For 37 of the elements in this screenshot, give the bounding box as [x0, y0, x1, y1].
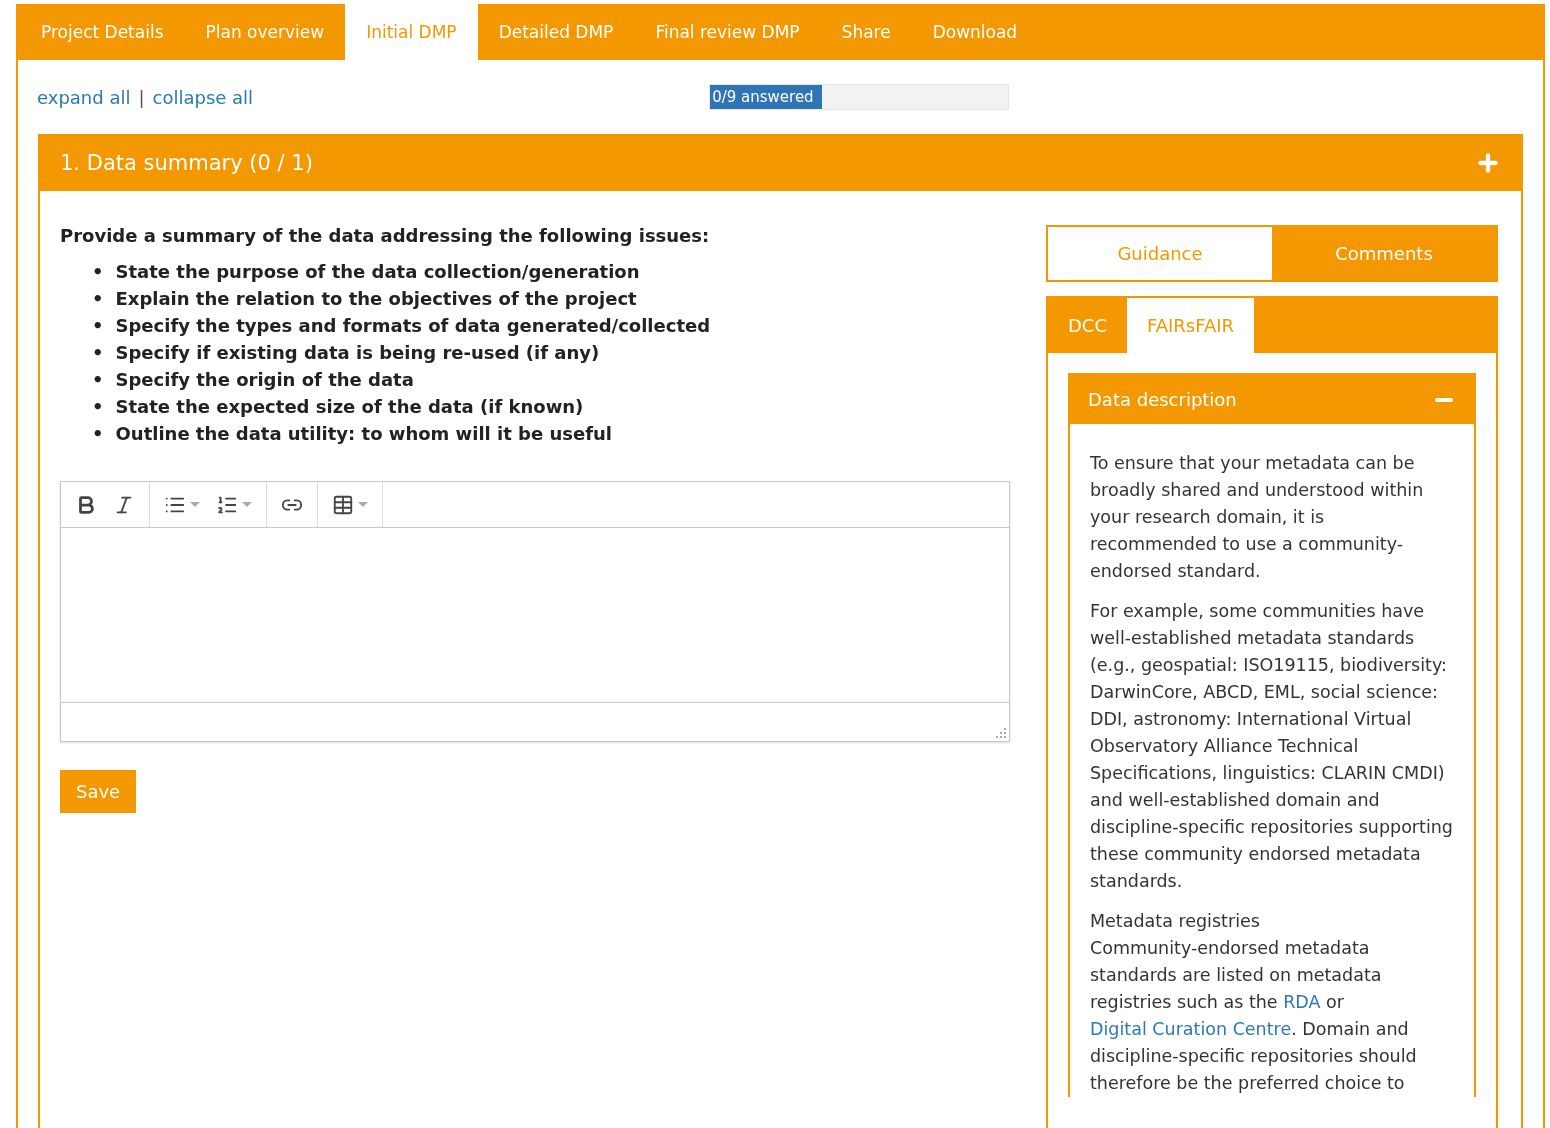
- bullet-mark: •: [92, 368, 104, 392]
- nav-tab[interactable]: Initial DMP: [345, 4, 478, 60]
- expand-all-link[interactable]: expand all: [37, 86, 131, 108]
- caret-icon: [358, 502, 368, 507]
- guidance-paragraph: For example, some communities have well-established metadata standards (e.g., geospatial: ISO19115, biodiversity: DarwinCore, ABCD, EML, social science: DDI, astronomy: International Virtual Observatory Alliance Technical Specifications, linguistics: CLARIN CMDI) and well-established domain and discipline-specific repositories supporting these community endorsed metadata standards.: [1090, 600, 1454, 893]
- bullet-mark: •: [92, 314, 104, 338]
- question-item: Outline the data utility: to whom will it be useful: [115, 422, 612, 446]
- bullet-mark: •: [92, 287, 104, 311]
- section-header[interactable]: 1. Data summary (0 / 1): [40, 134, 1521, 191]
- panel-tab[interactable]: Comments: [1272, 227, 1496, 280]
- save-button[interactable]: Save: [60, 770, 137, 813]
- section-title: 1. Data summary (0 / 1): [60, 150, 313, 175]
- accordion-header[interactable]: Data description: [1070, 375, 1474, 424]
- source-tab[interactable]: FAIRsFAIR: [1127, 298, 1255, 353]
- collapse-all-link[interactable]: collapse all: [152, 86, 254, 108]
- question-item: Explain the relation to the objectives of the project: [115, 287, 637, 311]
- question-item: Specify the types and formats of data generated/collected: [115, 314, 711, 338]
- question-intro: Provide a summary of the data addressing the following issues:: [60, 225, 711, 246]
- bullet-mark: •: [92, 422, 104, 446]
- bullet-mark: •: [92, 260, 104, 284]
- guidance-paragraph: Metadata registries Community-endorsed metadata standards are listed on metadata registries such as the RDA or Digital Curation Centre. Domain and discipline-specific repositories should therefore be the preferred choice to: [1090, 910, 1418, 1095]
- caret-icon: [190, 502, 200, 507]
- guidance-link[interactable]: Digital Curation Centre: [1090, 1019, 1292, 1039]
- resize-handle-icon[interactable]: [996, 728, 1006, 738]
- guidance-paragraph: To ensure that your metadata can be broadly shared and understood within your research domain, it is recommended to use a community-endorsed standard.: [1090, 452, 1425, 583]
- question-item: Specify the origin of the data: [115, 368, 414, 392]
- caret-icon: [242, 502, 252, 507]
- separator: |: [138, 86, 145, 108]
- guidance-link[interactable]: RDA: [1283, 992, 1321, 1012]
- question-item: Specify if existing data is being re-used (if any): [115, 341, 600, 365]
- question-item: State the expected size of the data (if known): [115, 395, 584, 419]
- bullet-mark: •: [92, 341, 104, 365]
- progress-label: 0/9 answered: [712, 88, 814, 106]
- bullet-mark: •: [92, 395, 104, 419]
- accordion-title: Data description: [1088, 389, 1237, 410]
- question-item: State the purpose of the data collection/generation: [115, 260, 640, 284]
- table-icon: [332, 493, 354, 516]
